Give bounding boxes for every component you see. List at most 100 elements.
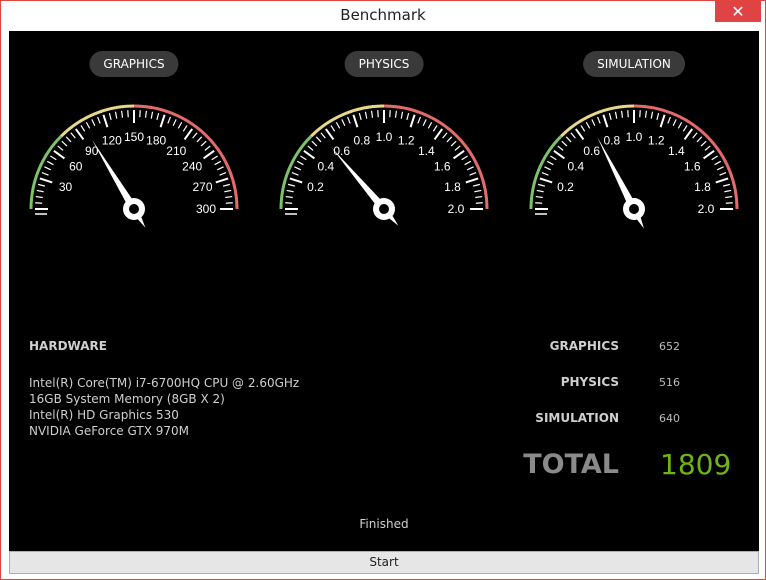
needle-hub-center — [129, 204, 139, 214]
tick-label: 1.8 — [694, 180, 711, 194]
minor-tick — [716, 166, 724, 171]
tick-label: 1.0 — [626, 130, 643, 144]
needle-hub-center — [629, 204, 639, 214]
minor-tick — [330, 125, 336, 132]
gauge-dial-simulation: 0.2 0.4 0.60.8 1.0 1.21.4 1.6 1.8 2.0 — [529, 104, 739, 229]
minor-tick — [469, 172, 477, 176]
major-tick — [433, 128, 443, 141]
minor-tick — [537, 183, 546, 187]
tick-label: 240 — [182, 160, 202, 174]
minor-tick — [222, 183, 231, 187]
tick-label: 1.2 — [648, 134, 665, 148]
minor-tick — [167, 116, 171, 124]
minor-tick — [211, 155, 218, 161]
minor-tick — [400, 111, 404, 119]
tick-label: 210 — [166, 144, 186, 158]
major-tick — [159, 114, 166, 128]
minor-tick — [682, 125, 688, 132]
tick-label: 1.8 — [444, 180, 461, 194]
needle-hub-center — [379, 204, 389, 214]
window-title: Benchmark — [340, 6, 426, 24]
score-value-graphics: 652 — [659, 340, 680, 353]
major-tick — [452, 150, 465, 160]
major-tick — [75, 128, 85, 141]
minor-tick — [442, 132, 448, 139]
close-icon: ✕ — [731, 2, 745, 21]
gauge-label-simulation: SIMULATION — [583, 51, 685, 77]
benchmark-window: Benchmark ✕ GRAPHICS 30 60 90 120 150 180 210 2… — [0, 0, 766, 580]
tick-label: 1.2 — [398, 134, 415, 148]
minor-tick — [724, 189, 732, 193]
minor-tick — [725, 195, 733, 199]
minor-tick — [474, 189, 482, 193]
minor-tick — [311, 140, 318, 147]
gauge-simulation: SIMULATION 0.2 0.4 0.6 0.8 1.0 1.2 1.4 1.6 1.8 2.… — [509, 31, 759, 271]
minor-tick — [466, 166, 474, 171]
start-button[interactable]: Start — [9, 551, 759, 574]
gauge-dial-graphics: 30 6090120 150 180210 240 270 300 — [29, 104, 239, 228]
close-button[interactable]: ✕ — [715, 1, 761, 22]
minor-tick — [296, 160, 304, 166]
minor-tick — [544, 166, 552, 171]
minor-tick — [557, 145, 564, 151]
title-bar[interactable]: Benchmark ✕ — [1, 1, 765, 31]
minor-tick — [454, 145, 461, 151]
major-tick — [39, 177, 53, 184]
minor-tick — [570, 132, 576, 139]
minor-tick — [287, 183, 296, 187]
minor-tick — [472, 183, 481, 187]
minor-tick — [422, 119, 427, 127]
minor-tick — [656, 112, 660, 121]
score-value-physics: 516 — [659, 376, 680, 389]
score-label-graphics: GRAPHICS — [549, 339, 619, 353]
tick-label: 0.8 — [603, 134, 620, 148]
tick-label: 1.6 — [684, 160, 701, 174]
major-tick — [659, 114, 666, 128]
minor-tick — [565, 136, 572, 143]
minor-tick — [294, 166, 302, 171]
minor-tick — [156, 112, 160, 121]
major-tick — [602, 114, 609, 128]
minor-tick — [192, 132, 198, 139]
minor-tick — [644, 110, 648, 118]
minor-tick — [546, 160, 554, 166]
minor-tick — [432, 125, 438, 132]
tick-label: 0.8 — [353, 134, 370, 148]
minor-tick — [406, 112, 410, 121]
major-tick — [409, 114, 416, 128]
minor-tick — [35, 195, 43, 199]
minor-tick — [177, 121, 183, 129]
minor-tick — [464, 160, 472, 166]
tick-label: 270 — [192, 180, 212, 194]
tick-label: 0.4 — [567, 160, 584, 174]
minor-tick — [150, 111, 154, 119]
major-tick — [202, 150, 215, 160]
minor-tick — [347, 116, 351, 124]
minor-tick — [114, 111, 118, 119]
minor-tick — [291, 172, 299, 176]
minor-tick — [172, 119, 177, 127]
minor-tick — [620, 110, 624, 118]
minor-tick — [580, 125, 586, 132]
minor-tick — [91, 119, 96, 127]
minor-tick — [446, 136, 453, 143]
minor-tick — [667, 116, 671, 124]
minor-tick — [144, 110, 148, 118]
minor-tick — [535, 195, 543, 199]
minor-tick — [85, 121, 91, 129]
status-text: Finished — [359, 517, 409, 531]
arc-yellow — [560, 104, 635, 138]
minor-tick — [711, 155, 718, 161]
hardware-gpu: NVIDIA GeForce GTX 970M — [29, 424, 189, 438]
major-tick — [215, 177, 229, 184]
score-label-simulation: SIMULATION — [535, 411, 619, 425]
minor-tick — [650, 111, 654, 119]
minor-tick — [608, 112, 612, 121]
gauge-graphics: GRAPHICS 30 60 90 120 150 180 210 240 270 300 — [9, 31, 259, 271]
minor-tick — [692, 132, 698, 139]
minor-tick — [614, 111, 618, 119]
minor-tick — [300, 155, 307, 161]
minor-tick — [219, 172, 227, 176]
major-tick — [303, 150, 316, 160]
minor-tick — [80, 125, 86, 132]
